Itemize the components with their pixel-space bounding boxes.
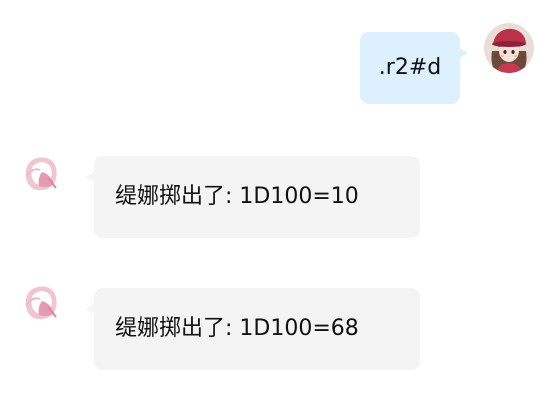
message-bubble[interactable]: .r2#d (360, 32, 468, 104)
message-bubble[interactable]: 缇娜掷出了: 1D100=68 (86, 288, 420, 370)
message-bubble[interactable]: 缇娜掷出了: 1D100=10 (86, 156, 420, 238)
bot-avatar-icon[interactable] (18, 150, 66, 198)
user-avatar-icon[interactable] (484, 23, 534, 73)
bot-avatar-icon[interactable] (18, 279, 66, 327)
